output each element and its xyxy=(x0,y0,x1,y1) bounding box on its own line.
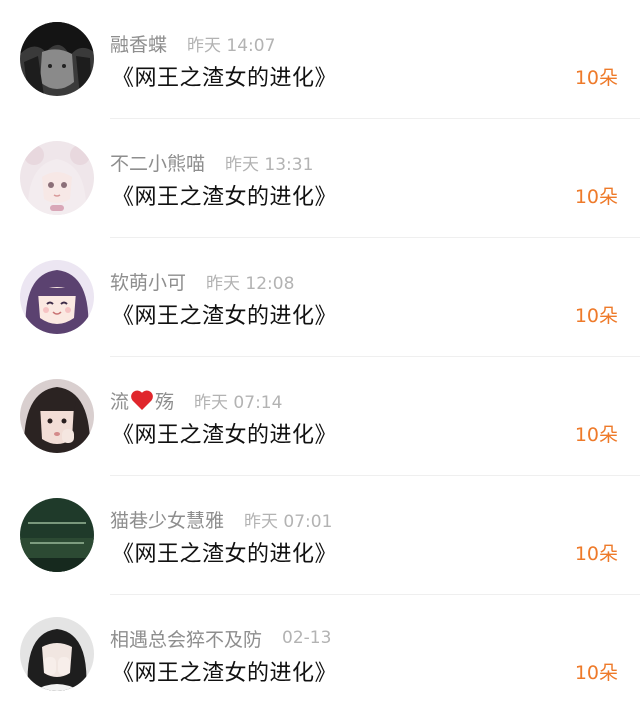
timestamp: 昨天 14:07 xyxy=(187,35,276,56)
list-item[interactable]: 软萌小可 昨天 12:08 《网王之渣女的进化》 10朵 xyxy=(0,238,640,357)
user-name[interactable]: 融香蝶 xyxy=(110,30,167,57)
user-name[interactable]: 软萌小可 xyxy=(110,268,186,295)
avatar[interactable] xyxy=(20,260,94,334)
book-title[interactable]: 《网王之渣女的进化》 xyxy=(112,60,337,92)
book-title[interactable]: 《网王之渣女的进化》 xyxy=(112,417,337,449)
book-title[interactable]: 《网王之渣女的进化》 xyxy=(112,655,337,687)
avatar[interactable] xyxy=(20,22,94,96)
list-item[interactable]: 相遇总会猝不及防 02-13 《网王之渣女的进化》 10朵 xyxy=(0,595,640,714)
item-meta: 不二小熊喵 昨天 13:31 xyxy=(110,149,313,175)
purple-haired-anime-girl-avatar xyxy=(20,260,94,334)
book-title[interactable]: 《网王之渣女的进化》 xyxy=(112,536,337,568)
user-name-suffix: 殇 xyxy=(155,390,175,413)
book-title[interactable]: 《网王之渣女的进化》 xyxy=(112,179,337,211)
white-haired-doll-girl-avatar xyxy=(20,141,94,215)
timestamp: 昨天 07:01 xyxy=(244,511,333,532)
timestamp: 02-13 xyxy=(282,628,332,648)
user-name-prefix: 流 xyxy=(110,390,130,413)
item-meta: 流 殇 昨天 07:14 xyxy=(110,387,282,413)
red-heart-icon-shape xyxy=(131,390,153,410)
gift-record-list: 融香蝶 昨天 14:07 《网王之渣女的进化》 10朵 不二小熊喵 昨天 13:… xyxy=(0,0,640,711)
flower-count: 10朵 xyxy=(574,662,618,684)
girl-covering-face-avatar xyxy=(20,617,94,691)
timestamp: 昨天 12:08 xyxy=(206,273,295,294)
item-meta: 融香蝶 昨天 14:07 xyxy=(110,30,275,56)
book-title[interactable]: 《网王之渣女的进化》 xyxy=(112,298,337,330)
flower-count: 10朵 xyxy=(574,186,618,208)
flower-count: 10朵 xyxy=(574,67,618,89)
avatar[interactable] xyxy=(20,498,94,572)
girl-photo-avatar xyxy=(20,379,94,453)
flower-count: 10朵 xyxy=(574,543,618,565)
avatar[interactable] xyxy=(20,379,94,453)
list-item[interactable]: 猫巷少女慧雅 昨天 07:01 《网王之渣女的进化》 10朵 xyxy=(0,476,640,595)
green-text-avatar xyxy=(20,498,94,572)
item-meta: 软萌小可 昨天 12:08 xyxy=(110,268,294,294)
user-name[interactable]: 猫巷少女慧雅 xyxy=(110,506,224,533)
timestamp: 昨天 07:14 xyxy=(194,392,283,413)
flower-count: 10朵 xyxy=(574,424,618,446)
flower-count: 10朵 xyxy=(574,305,618,327)
list-item[interactable]: 融香蝶 昨天 14:07 《网王之渣女的进化》 10朵 xyxy=(0,0,640,119)
list-item[interactable]: 流 殇 昨天 07:14 《网王之渣女的进化》 10朵 xyxy=(0,357,640,476)
avatar[interactable] xyxy=(20,617,94,691)
list-item[interactable]: 不二小熊喵 昨天 13:31 《网王之渣女的进化》 10朵 xyxy=(0,119,640,238)
user-name[interactable]: 不二小熊喵 xyxy=(110,149,205,176)
red-heart-icon xyxy=(130,389,154,411)
timestamp: 昨天 13:31 xyxy=(225,154,314,175)
user-name[interactable]: 流 殇 xyxy=(110,387,174,414)
item-meta: 相遇总会猝不及防 02-13 xyxy=(110,625,331,651)
item-meta: 猫巷少女慧雅 昨天 07:01 xyxy=(110,506,332,532)
user-name[interactable]: 相遇总会猝不及防 xyxy=(110,625,262,652)
avatar[interactable] xyxy=(20,141,94,215)
dark-haired-anime-boy-avatar xyxy=(20,22,94,96)
